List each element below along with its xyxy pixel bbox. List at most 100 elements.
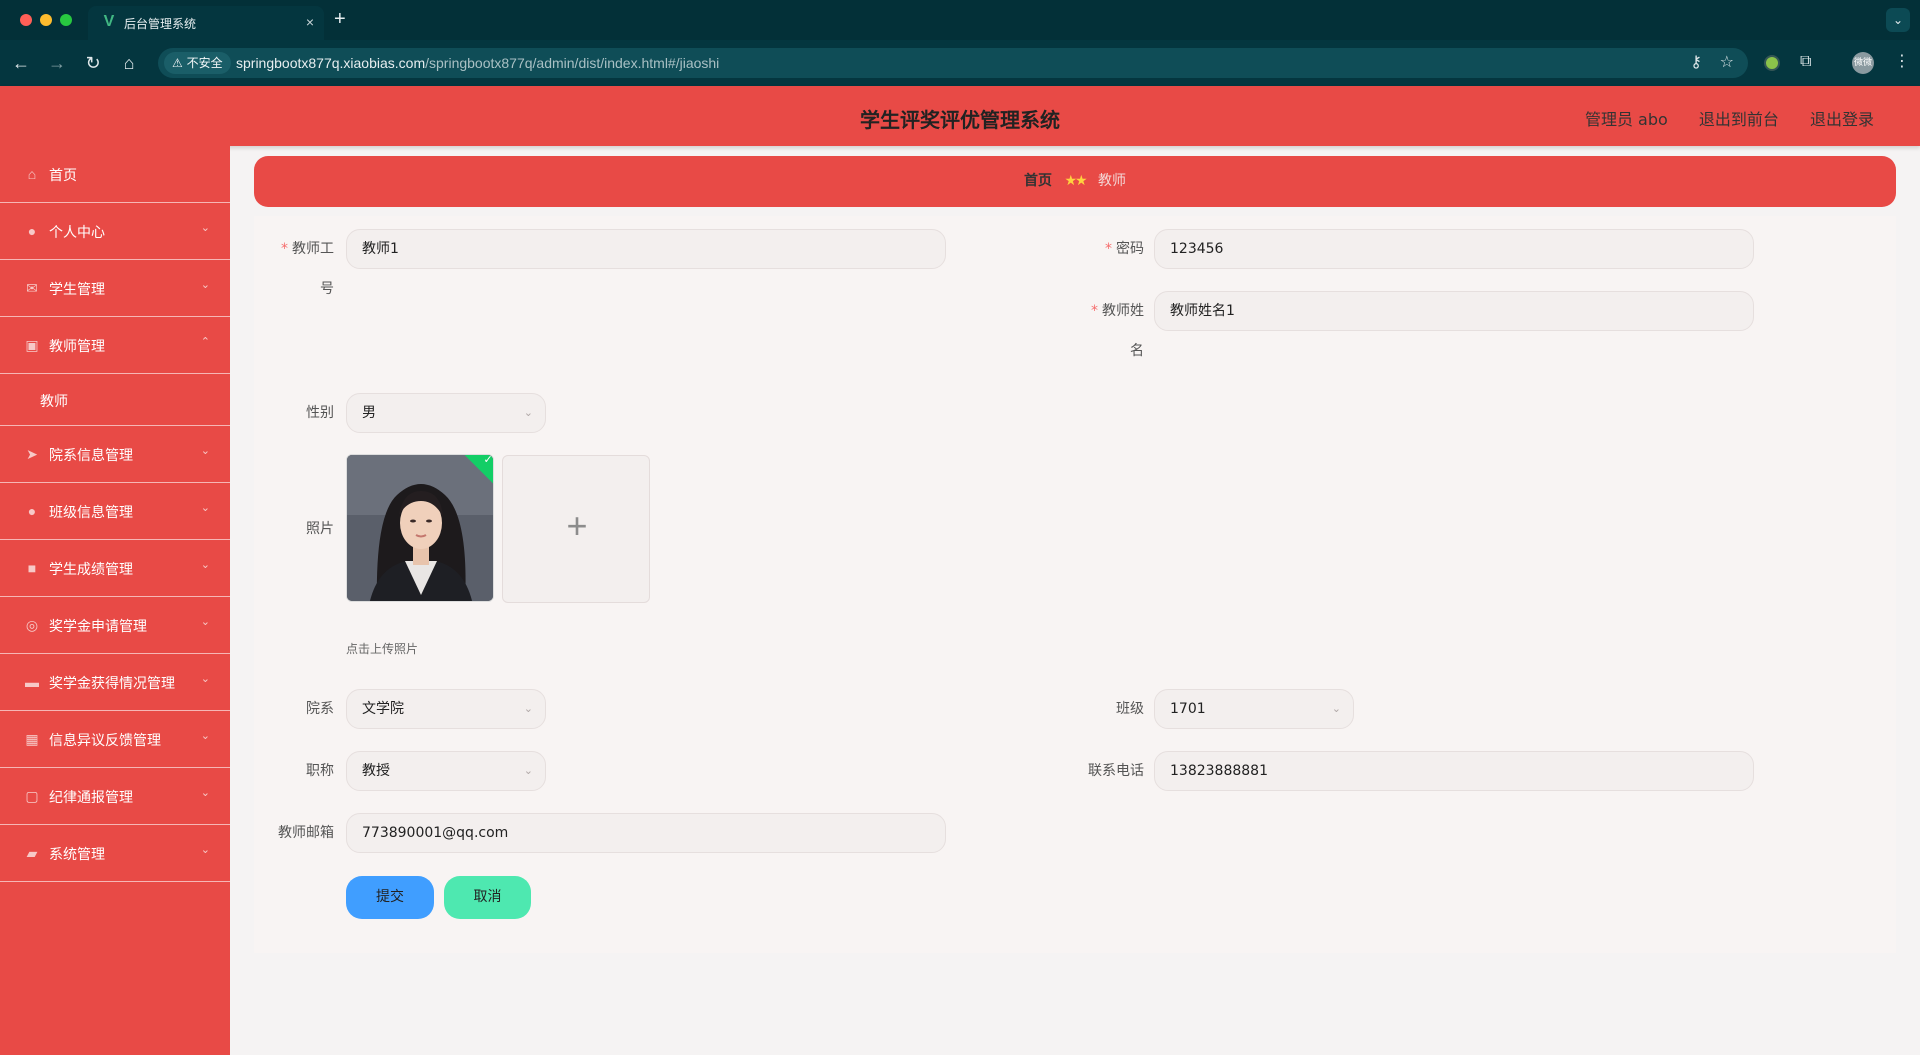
teacher-name-input[interactable]: 教师姓名1 [1154, 291, 1754, 331]
gender-value: 男 [362, 405, 376, 421]
sidebar-item-class-management[interactable]: ● 班级信息管理 ⌄ [0, 483, 230, 540]
tab-search-chevron-icon[interactable]: ⌄ [1886, 8, 1910, 32]
chevron-down-icon: ⌄ [200, 673, 210, 685]
breadcrumb-current: 教师 [1098, 173, 1126, 189]
chevron-up-icon: ⌃ [200, 336, 210, 348]
chevron-down-icon: ⌄ [200, 559, 210, 571]
job-title-label: 职称 [306, 763, 334, 779]
chevron-down-icon: ⌄ [200, 787, 210, 799]
sidebar-item-personal-center[interactable]: ● 个人中心 ⌄ [0, 203, 230, 260]
job-title-select[interactable]: 教授 ⌄ [346, 751, 546, 791]
user-icon: ● [27, 223, 37, 239]
chevron-down-icon: ⌄ [523, 406, 533, 419]
sidebar-subitem-label: 教师 [40, 394, 68, 410]
chevron-down-icon: ⌄ [200, 445, 210, 457]
compass-icon: ◎ [25, 617, 39, 633]
vue-favicon-icon: V [103, 13, 115, 30]
cancel-button[interactable]: 取消 [444, 876, 531, 919]
teacher-id-label-wrap: 号 [320, 281, 334, 297]
new-tab-icon[interactable]: + [334, 8, 346, 30]
sidebar-item-label: 个人中心 [49, 225, 105, 241]
sidebar-item-department-management[interactable]: ➤ 院系信息管理 ⌄ [0, 426, 230, 483]
department-value: 文学院 [362, 701, 404, 717]
password-label-text: 密码 [1116, 241, 1144, 257]
reload-icon[interactable]: ↻ [82, 52, 104, 74]
insecure-label: 不安全 [186, 56, 223, 70]
url-text[interactable]: springbootx877q.xiaobias.com/springbootx… [236, 54, 719, 72]
required-mark: * [1091, 303, 1098, 319]
star-separator-icon: ★★ [1064, 173, 1087, 189]
browser-tab[interactable]: V 后台管理系统 × [88, 6, 324, 40]
back-arrow-icon[interactable]: ← [10, 52, 32, 74]
sidebar-item-label: 奖学金申请管理 [49, 619, 147, 635]
password-input[interactable]: 123456 [1154, 229, 1754, 269]
photo-upload-button[interactable]: + [502, 455, 650, 603]
home-icon: ⌂ [27, 166, 37, 182]
sidebar-item-label: 信息异议反馈管理 [49, 733, 161, 749]
phone-input[interactable]: 13823888881 [1154, 751, 1754, 791]
gender-label: 性别 [306, 405, 334, 421]
plus-icon: + [566, 505, 588, 546]
sidebar-item-teacher-management[interactable]: ▣ 教师管理 ⌃ [0, 317, 230, 374]
monitor-icon: ▬ [25, 674, 39, 690]
sidebar-subitem-teacher[interactable]: 教师 [0, 374, 230, 426]
maximize-window-button[interactable] [60, 14, 72, 26]
exit-to-frontend-link[interactable]: 退出到前台 [1699, 110, 1779, 129]
breadcrumb-home[interactable]: 首页 [1024, 173, 1052, 189]
chevron-down-icon: ⌄ [200, 279, 210, 291]
url-host: springbootx877q.xiaobias.com [236, 55, 426, 71]
teacher-photo[interactable]: ✓ [346, 454, 494, 602]
bookmark-star-icon[interactable]: ☆ [1720, 53, 1734, 73]
sidebar-item-discipline-notice[interactable]: ▢ 纪律通报管理 ⌄ [0, 768, 230, 825]
sidebar-item-label: 院系信息管理 [49, 448, 133, 464]
tab-close-icon[interactable]: × [306, 13, 314, 31]
puzzle-extensions-icon[interactable]: ⧉ [1800, 52, 1811, 72]
address-bar[interactable]: ⚠ 不安全 springbootx877q.xiaobias.com/sprin… [158, 48, 1748, 78]
sidebar-item-label: 奖学金获得情况管理 [49, 676, 175, 692]
gender-select[interactable]: 男 ⌄ [346, 393, 546, 433]
person-icon: ● [27, 503, 37, 519]
more-menu-icon[interactable]: ⋮ [1894, 52, 1910, 72]
sidebar-item-grade-management[interactable]: ■ 学生成绩管理 ⌄ [0, 540, 230, 597]
upload-tip-text: 点击上传照片 [346, 642, 419, 656]
submit-button[interactable]: 提交 [346, 876, 434, 919]
sidebar-item-system-management[interactable]: ▰ 系统管理 ⌄ [0, 825, 230, 882]
teacher-name-label: * 教师姓 [1080, 301, 1144, 321]
required-mark: * [281, 241, 288, 257]
class-select[interactable]: 1701 ⌄ [1154, 689, 1354, 729]
sidebar-item-feedback-management[interactable]: ▦ 信息异议反馈管理 ⌄ [0, 711, 230, 768]
phone-label: 联系电话 [1088, 763, 1144, 779]
extension-icon[interactable] [1764, 55, 1780, 71]
sidebar-item-scholarship-application[interactable]: ◎ 奖学金申请管理 ⌄ [0, 597, 230, 654]
sidebar-item-home[interactable]: ⌂ 首页 [0, 146, 230, 203]
email-input[interactable]: 773890001@qq.com [346, 813, 946, 853]
sidebar-item-scholarship-awards[interactable]: ▬ 奖学金获得情况管理 ⌄ [0, 654, 230, 711]
department-label: 院系 [306, 701, 334, 717]
grid-icon: ▦ [25, 731, 39, 747]
profile-avatar[interactable]: 微微 [1852, 52, 1874, 74]
send-icon: ➤ [26, 446, 38, 462]
teacher-id-label-text: 教师工 [292, 241, 334, 257]
department-select[interactable]: 文学院 ⌄ [346, 689, 546, 729]
home-icon[interactable]: ⌂ [118, 52, 140, 74]
check-icon: ✓ [483, 454, 493, 466]
briefcase-icon: ■ [27, 560, 37, 576]
key-icon[interactable]: ⚷ [1690, 53, 1702, 73]
insecure-badge[interactable]: ⚠ 不安全 [164, 52, 231, 74]
logout-link[interactable]: 退出登录 [1810, 110, 1874, 129]
admin-username: 管理员 abo [1584, 110, 1668, 129]
sidebar-item-student-management[interactable]: ✉ 学生管理 ⌄ [0, 260, 230, 317]
password-label: * 密码 [1080, 239, 1144, 259]
teacher-name-label-wrap: 名 [1130, 343, 1144, 359]
chevron-down-icon: ⌄ [1331, 702, 1341, 715]
minimize-window-button[interactable] [40, 14, 52, 26]
teacher-id-input[interactable]: 教师1 [346, 229, 946, 269]
url-path: /springbootx877q/admin/dist/index.html#/… [425, 55, 720, 71]
email-label: 教师邮箱 [278, 825, 334, 841]
close-window-button[interactable] [20, 14, 32, 26]
job-title-value: 教授 [362, 763, 390, 779]
sidebar-item-label: 学生管理 [49, 282, 105, 298]
forward-arrow-icon[interactable]: → [46, 52, 68, 74]
tab-title: 后台管理系统 [124, 17, 197, 31]
sidebar-item-label: 学生成绩管理 [49, 562, 133, 578]
